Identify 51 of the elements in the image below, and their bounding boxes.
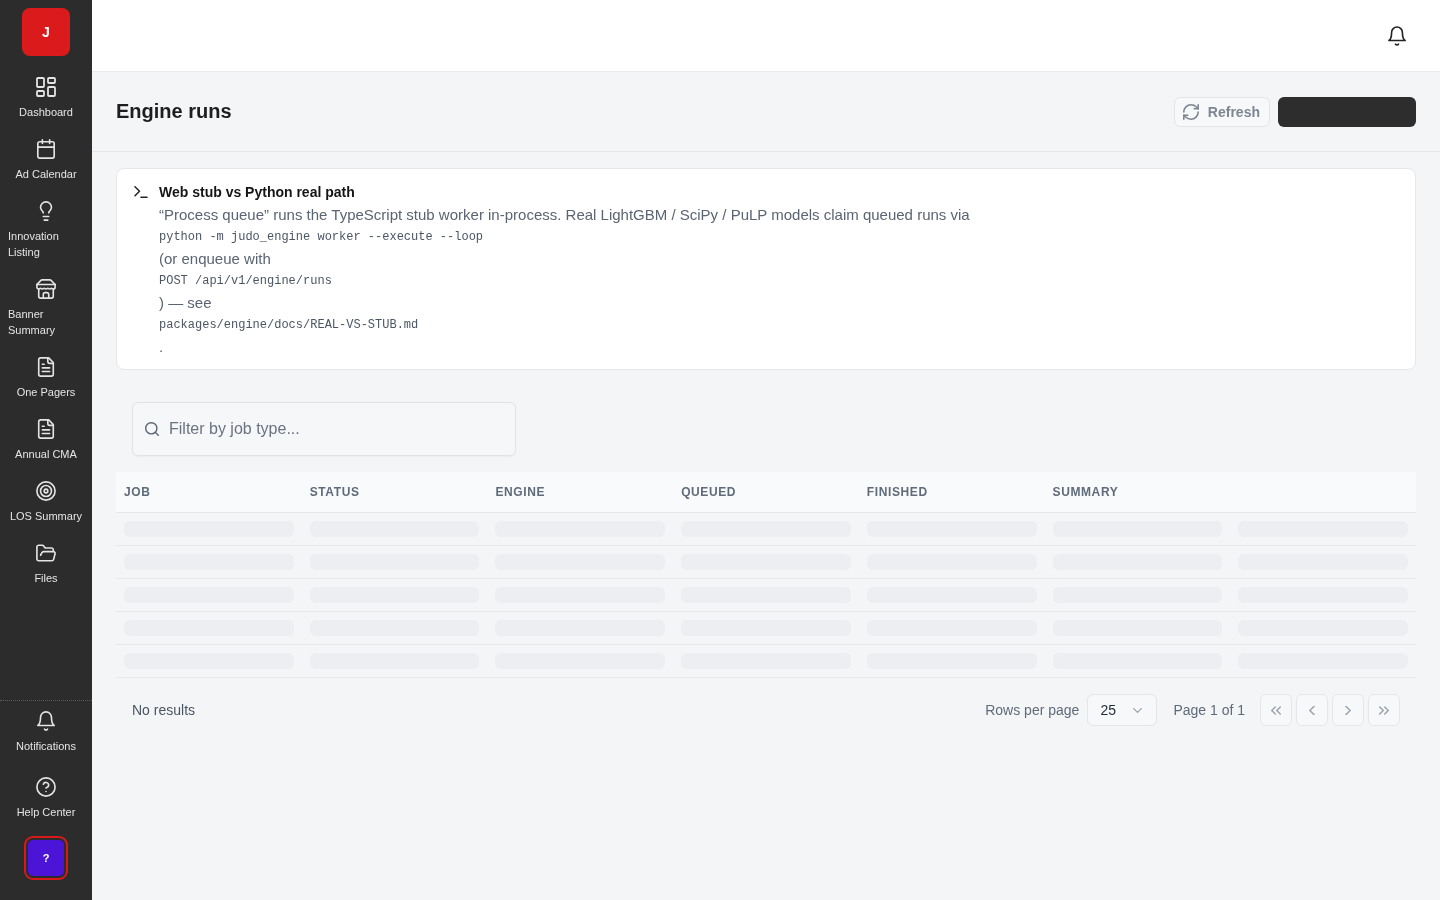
question-circle-icon — [36, 777, 56, 797]
calendar-icon — [36, 139, 56, 159]
chevron-left-icon — [1307, 705, 1317, 715]
storefront-icon — [36, 279, 56, 299]
double-chevron-left-icon — [1271, 705, 1281, 715]
nav-item[interactable]: Notifications — [0, 701, 92, 763]
primary-button[interactable] — [1278, 96, 1416, 127]
search-field[interactable]: Filter by job type... — [132, 402, 516, 456]
callout-text: . — [159, 337, 164, 357]
nav-item[interactable]: One Pagers — [0, 347, 92, 409]
column-header: FINISHED — [865, 485, 929, 499]
page-title: Engine runs — [116, 100, 232, 123]
nav-item[interactable]: Ad Calendar — [0, 129, 92, 191]
nav-item[interactable]: Dashboard — [0, 67, 92, 129]
callout-title: Web stub vs Python real path — [159, 184, 355, 200]
rows-per-page-label: Rows per page — [985, 702, 1080, 718]
bell-icon[interactable] — [1388, 25, 1406, 46]
target-icon — [36, 481, 56, 501]
chevron-right-icon — [1343, 705, 1353, 715]
column-header: SUMMARY — [1051, 485, 1120, 499]
refresh-icon — [1182, 103, 1199, 120]
document-icon — [36, 419, 56, 439]
workspace-logo[interactable]: J — [22, 8, 70, 56]
nav-item[interactable]: LOS Summary — [0, 471, 92, 533]
results-status: No results — [132, 702, 196, 718]
nav-item[interactable]: Annual CMA — [0, 409, 92, 471]
search-icon — [145, 422, 159, 436]
column-header: QUEUED — [680, 485, 738, 499]
code-snippet: packages/engine/docs/REAL-VS-STUB.md — [159, 317, 419, 334]
nav-item[interactable]: Banner Summary — [0, 269, 92, 347]
column-header: JOB — [123, 485, 152, 499]
column-header: ENGINE — [494, 485, 547, 499]
document-icon — [36, 357, 56, 377]
double-chevron-right-icon — [1379, 705, 1389, 715]
page-indicator: Page 1 of 1 — [1173, 702, 1245, 718]
bell-icon — [36, 711, 56, 731]
nav-item[interactable]: Innovation Listing — [0, 191, 92, 269]
callout-text: ) — see — [159, 293, 212, 313]
callout-text: (or enqueue with — [159, 249, 271, 269]
grid-icon — [36, 77, 56, 97]
code-snippet: python -m judo_engine worker --execute --loop — [159, 229, 484, 246]
code-snippet: POST /api/v1/engine/runs — [159, 273, 332, 290]
rows-per-page-select[interactable]: 25 — [1087, 694, 1158, 726]
help-button[interactable]: ? — [24, 836, 68, 880]
column-header: STATUS — [308, 485, 361, 499]
terminal-icon — [134, 186, 148, 198]
folder-icon — [36, 543, 56, 563]
nav-item[interactable]: Help Center — [0, 767, 92, 829]
callout-text: “Process queue” runs the TypeScript stub worker in-process. Real LightGBM / SciPy / PuLP models claim queued runs via — [159, 205, 970, 225]
chevron-down-icon — [1133, 707, 1143, 713]
nav-item[interactable]: Files — [0, 533, 92, 595]
